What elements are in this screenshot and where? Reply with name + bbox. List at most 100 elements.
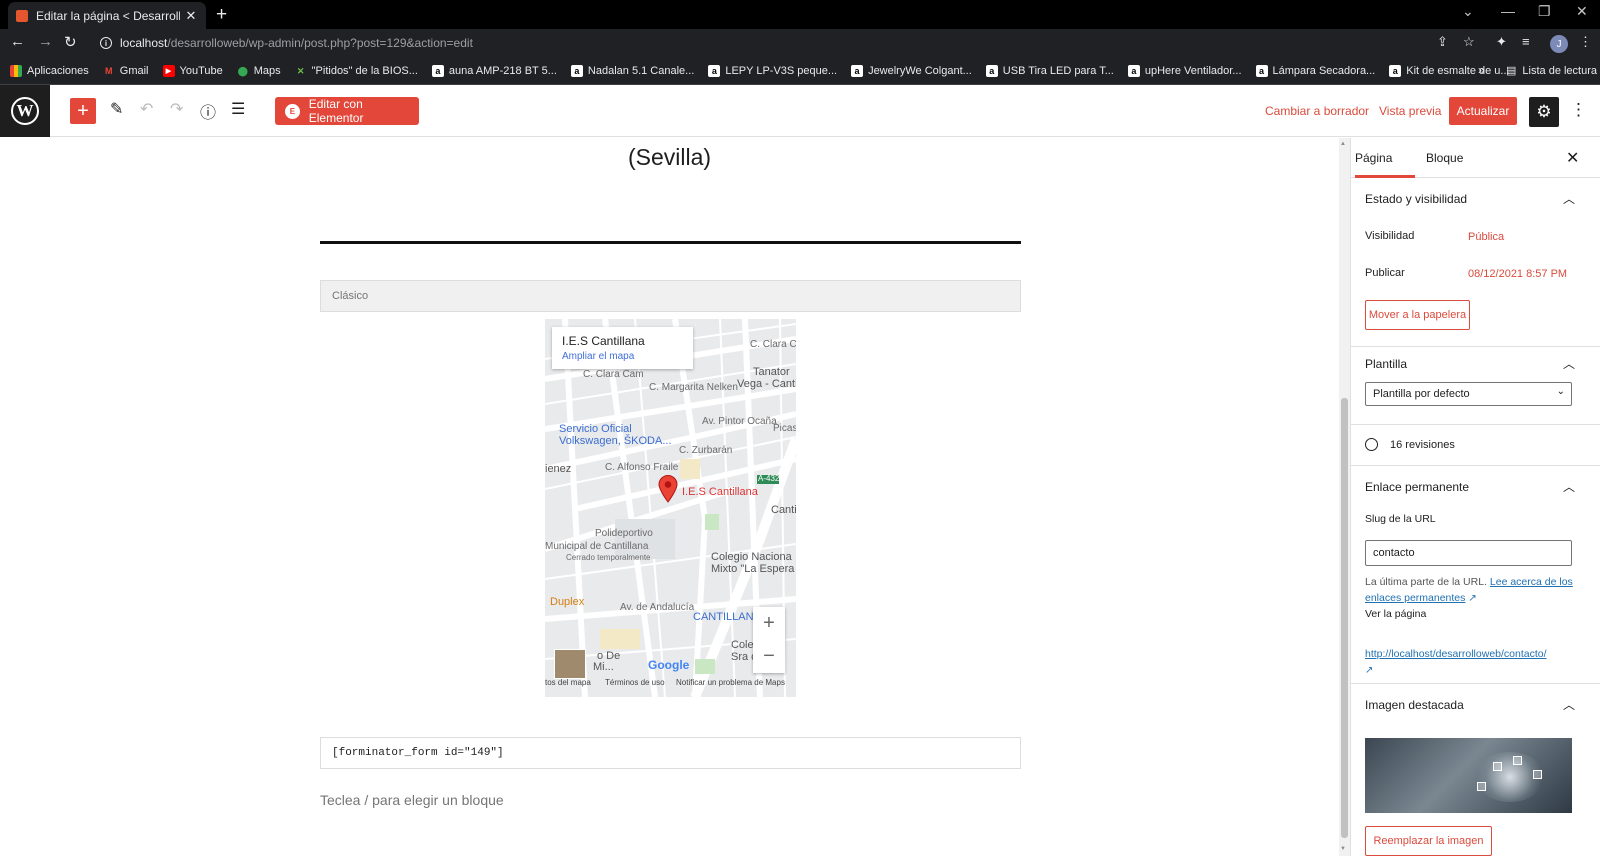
reading-list-button[interactable]: ▤ Lista de lectura	[1506, 64, 1597, 78]
bookmark-item[interactable]: a upHere Ventilador...	[1127, 65, 1242, 77]
map-streetview-thumbnail[interactable]	[554, 649, 586, 679]
bookmark-item[interactable]: ▶ YouTube	[162, 65, 223, 77]
share-icon[interactable]: ⇪	[1437, 34, 1448, 50]
bookmark-star-icon[interactable]: ☆	[1463, 34, 1475, 50]
panel-divider	[1351, 683, 1600, 684]
bookmark-item[interactable]: a Kit de esmalte de u...	[1389, 65, 1510, 77]
classic-block[interactable]: Clásico	[320, 280, 1021, 312]
move-to-trash-button[interactable]: Mover a la papelera	[1365, 300, 1470, 330]
options-kebab-icon[interactable]: ⋮	[1570, 100, 1587, 120]
scroll-up-icon[interactable]: ▲	[1340, 141, 1346, 147]
redo-icon[interactable]: ↷	[170, 99, 183, 119]
sidebar-tabs: Página Bloque ✕	[1351, 138, 1600, 178]
tab-block[interactable]: Bloque	[1426, 151, 1463, 165]
map-zoom-in-button[interactable]: +	[753, 607, 785, 640]
publish-label: Publicar	[1365, 267, 1405, 279]
preview-button[interactable]: Vista previa	[1379, 104, 1441, 118]
details-info-icon[interactable]: ⓘ	[200, 99, 216, 123]
chevron-up-icon[interactable]: ︿	[1563, 478, 1575, 495]
forward-icon[interactable]: →	[38, 33, 53, 50]
bookmark-item[interactable]: a Nadalan 5.1 Canale...	[570, 65, 694, 77]
canvas-scrollbar[interactable]: ▲ ▼	[1339, 138, 1350, 856]
bookmark-item[interactable]: Aplicaciones	[10, 65, 89, 77]
map-street-label: Av. de Andalucía	[620, 602, 695, 613]
list-view-icon[interactable]: ☰	[231, 99, 245, 119]
add-block-button[interactable]: +	[70, 98, 96, 124]
template-select[interactable]: Plantilla por defecto ⌄	[1365, 382, 1572, 406]
browser-menu-icon[interactable]: ⋮	[1579, 34, 1592, 50]
bookmarks-more-icon[interactable]: »	[1478, 63, 1485, 77]
separator-block[interactable]	[320, 241, 1021, 244]
url-omnibox[interactable]: i localhost/desarrolloweb/wp-admin/post.…	[90, 31, 1479, 55]
bookmark-item[interactable]: ✕ "Pitidos" de la BIOS...	[295, 65, 418, 77]
map-data-link[interactable]: tos del mapa	[545, 678, 591, 687]
bookmark-label: USB Tira LED para T...	[1002, 65, 1114, 77]
back-icon[interactable]: ←	[10, 33, 25, 50]
reload-icon[interactable]: ↻	[64, 33, 77, 51]
browser-tab-strip: Editar la página < Desarrollo Web ✕ + ⌄ …	[0, 0, 1600, 29]
visibility-toggle[interactable]: Pública	[1468, 231, 1504, 243]
replace-image-button[interactable]: Reemplazar la imagen	[1365, 826, 1492, 856]
tab-page[interactable]: Página	[1355, 151, 1392, 165]
panel-permalink-title[interactable]: Enlace permanente	[1365, 480, 1469, 494]
browser-tab-active[interactable]: Editar la página < Desarrollo Web ✕	[8, 2, 206, 29]
bookmark-item[interactable]: a JewelryWe Colgant...	[851, 65, 972, 77]
map-poi-label: Volkswagen, ŠKODA...	[559, 435, 672, 447]
map-zoom-out-button[interactable]: −	[753, 640, 785, 673]
template-select-value: Plantilla por defecto	[1373, 388, 1470, 400]
publish-date-toggle[interactable]: 08/12/2021 8:57 PM	[1468, 268, 1567, 280]
panel-status-title[interactable]: Estado y visibilidad	[1365, 192, 1467, 206]
switch-to-draft-button[interactable]: Cambiar a borrador	[1265, 104, 1369, 118]
amazon-icon: a	[431, 65, 444, 77]
wordpress-logo-button[interactable]: W	[0, 85, 50, 137]
panel-template-title[interactable]: Plantilla	[1365, 357, 1407, 371]
heading-block[interactable]: (Sevilla)	[0, 144, 1339, 171]
scroll-thumb[interactable]	[1341, 398, 1348, 838]
map-poi-label: Colegio Naciona	[711, 551, 792, 563]
bookmark-item[interactable]: a auna AMP-218 BT 5...	[431, 65, 557, 77]
google-map-embed[interactable]: I.E.S Cantillana Ampliar el mapa C. Clar…	[545, 319, 796, 697]
map-terms-link[interactable]: Términos de uso	[605, 678, 665, 687]
map-footer: tos del mapa Términos de uso Notificar u…	[545, 678, 796, 690]
tab-search-icon[interactable]: ⌄	[1462, 3, 1474, 20]
scroll-down-icon[interactable]: ▼	[1340, 846, 1346, 852]
settings-sidebar: Página Bloque ✕ Estado y visibilidad ︿ V…	[1350, 138, 1600, 856]
permalink-url-link[interactable]: http://localhost/desarrolloweb/contacto/	[1365, 648, 1547, 660]
map-pin-icon[interactable]	[658, 475, 678, 503]
chevron-up-icon[interactable]: ︿	[1563, 696, 1575, 713]
window-close-icon[interactable]: ✕	[1576, 3, 1588, 20]
bookmark-item[interactable]: a Lámpara Secadora...	[1255, 65, 1375, 77]
profile-avatar[interactable]: J	[1550, 35, 1568, 53]
slug-input[interactable]: contacto	[1365, 540, 1572, 566]
bookmark-item[interactable]: a USB Tira LED para T...	[985, 65, 1114, 77]
tab-close-icon[interactable]: ✕	[184, 8, 198, 24]
settings-gear-icon[interactable]: ⚙	[1529, 97, 1559, 127]
map-enlarge-link[interactable]: Ampliar el mapa	[562, 351, 683, 362]
tools-pencil-icon[interactable]: ✎	[110, 99, 123, 119]
media-queue-icon[interactable]: ≡	[1522, 34, 1530, 49]
sidebar-close-icon[interactable]: ✕	[1566, 148, 1579, 168]
chevron-up-icon[interactable]: ︿	[1563, 355, 1575, 372]
chevron-up-icon[interactable]: ︿	[1563, 190, 1575, 207]
featured-image[interactable]	[1365, 738, 1572, 813]
bookmark-item[interactable]: a LEPY LP-V3S peque...	[708, 65, 837, 77]
site-info-icon[interactable]: i	[100, 37, 112, 49]
update-button[interactable]: Actualizar	[1449, 97, 1517, 125]
bookmark-item[interactable]: ⬤ Maps	[237, 65, 281, 77]
edit-with-elementor-button[interactable]: E Editar con Elementor	[275, 97, 419, 125]
map-street-label: Picasso	[773, 423, 796, 434]
bookmark-item[interactable]: M Gmail	[103, 65, 148, 77]
extensions-puzzle-icon[interactable]: ✦	[1496, 34, 1507, 50]
url-path: /desarrolloweb/wp-admin/post.php?post=12…	[167, 36, 473, 50]
revisions-link[interactable]: 16 revisiones	[1365, 438, 1455, 451]
minimize-icon[interactable]: —	[1501, 3, 1515, 19]
panel-divider	[1351, 346, 1600, 347]
shortcode-block[interactable]: [forminator_form id="149"]	[320, 737, 1021, 769]
new-tab-icon[interactable]: +	[216, 4, 227, 26]
restore-icon[interactable]: ❐	[1538, 3, 1551, 20]
amazon-icon: a	[851, 65, 864, 77]
map-report-link[interactable]: Notificar un problema de Maps	[676, 678, 785, 687]
undo-icon[interactable]: ↶	[140, 99, 153, 119]
panel-featured-image-title[interactable]: Imagen destacada	[1365, 698, 1464, 712]
block-placeholder[interactable]: Teclea / para elegir un bloque	[320, 792, 504, 808]
